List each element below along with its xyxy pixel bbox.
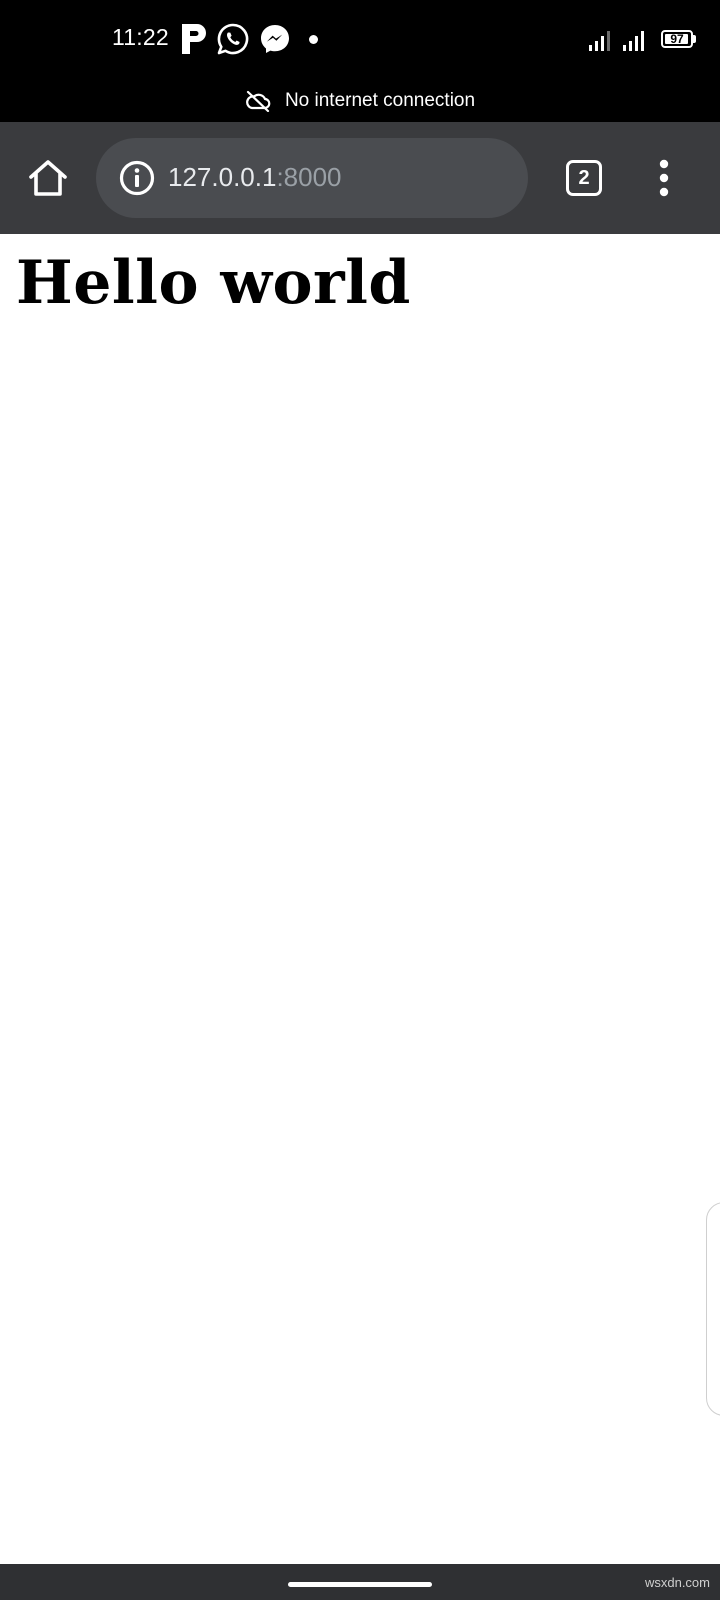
- url-port: :8000: [276, 162, 342, 192]
- edge-panel-handle[interactable]: [706, 1202, 720, 1416]
- signal-icon: [589, 31, 610, 51]
- notification-dot: [309, 35, 318, 44]
- url-host: 127.0.0.1: [168, 162, 277, 192]
- battery-tip: [693, 35, 696, 43]
- network-status-text: No internet connection: [284, 90, 476, 111]
- network-status: No internet connection: [0, 84, 720, 118]
- url-text[interactable]: 127.0.0.1:8000: [168, 162, 342, 193]
- page-heading: Hello world: [16, 248, 411, 318]
- signal-icon: [623, 31, 644, 51]
- watermark: wsxdn.com: [644, 1575, 710, 1590]
- address-bar[interactable]: 127.0.0.1:8000: [96, 138, 528, 218]
- page-content: Hello world: [0, 234, 720, 1564]
- battery-icon: 97: [661, 30, 693, 48]
- home-icon[interactable]: [26, 156, 70, 200]
- status-time: 11:22: [112, 24, 169, 50]
- tab-count: 2: [578, 166, 590, 189]
- parking-p-icon: [182, 24, 206, 54]
- system-nav-bar: [0, 1564, 720, 1600]
- info-icon[interactable]: [118, 159, 156, 197]
- cloud-off-icon: [246, 90, 271, 112]
- more-vert-icon[interactable]: [650, 156, 678, 200]
- gesture-handle[interactable]: [288, 1582, 432, 1587]
- tab-switcher-icon[interactable]: 2: [566, 160, 602, 196]
- browser-toolbar: 127.0.0.1:8000 2: [0, 122, 720, 234]
- battery-percent: 97: [670, 32, 684, 46]
- messenger-icon: [261, 25, 289, 53]
- status-bar: 11:22 97 No internet connection: [0, 0, 720, 122]
- whatsapp-icon: [217, 23, 249, 55]
